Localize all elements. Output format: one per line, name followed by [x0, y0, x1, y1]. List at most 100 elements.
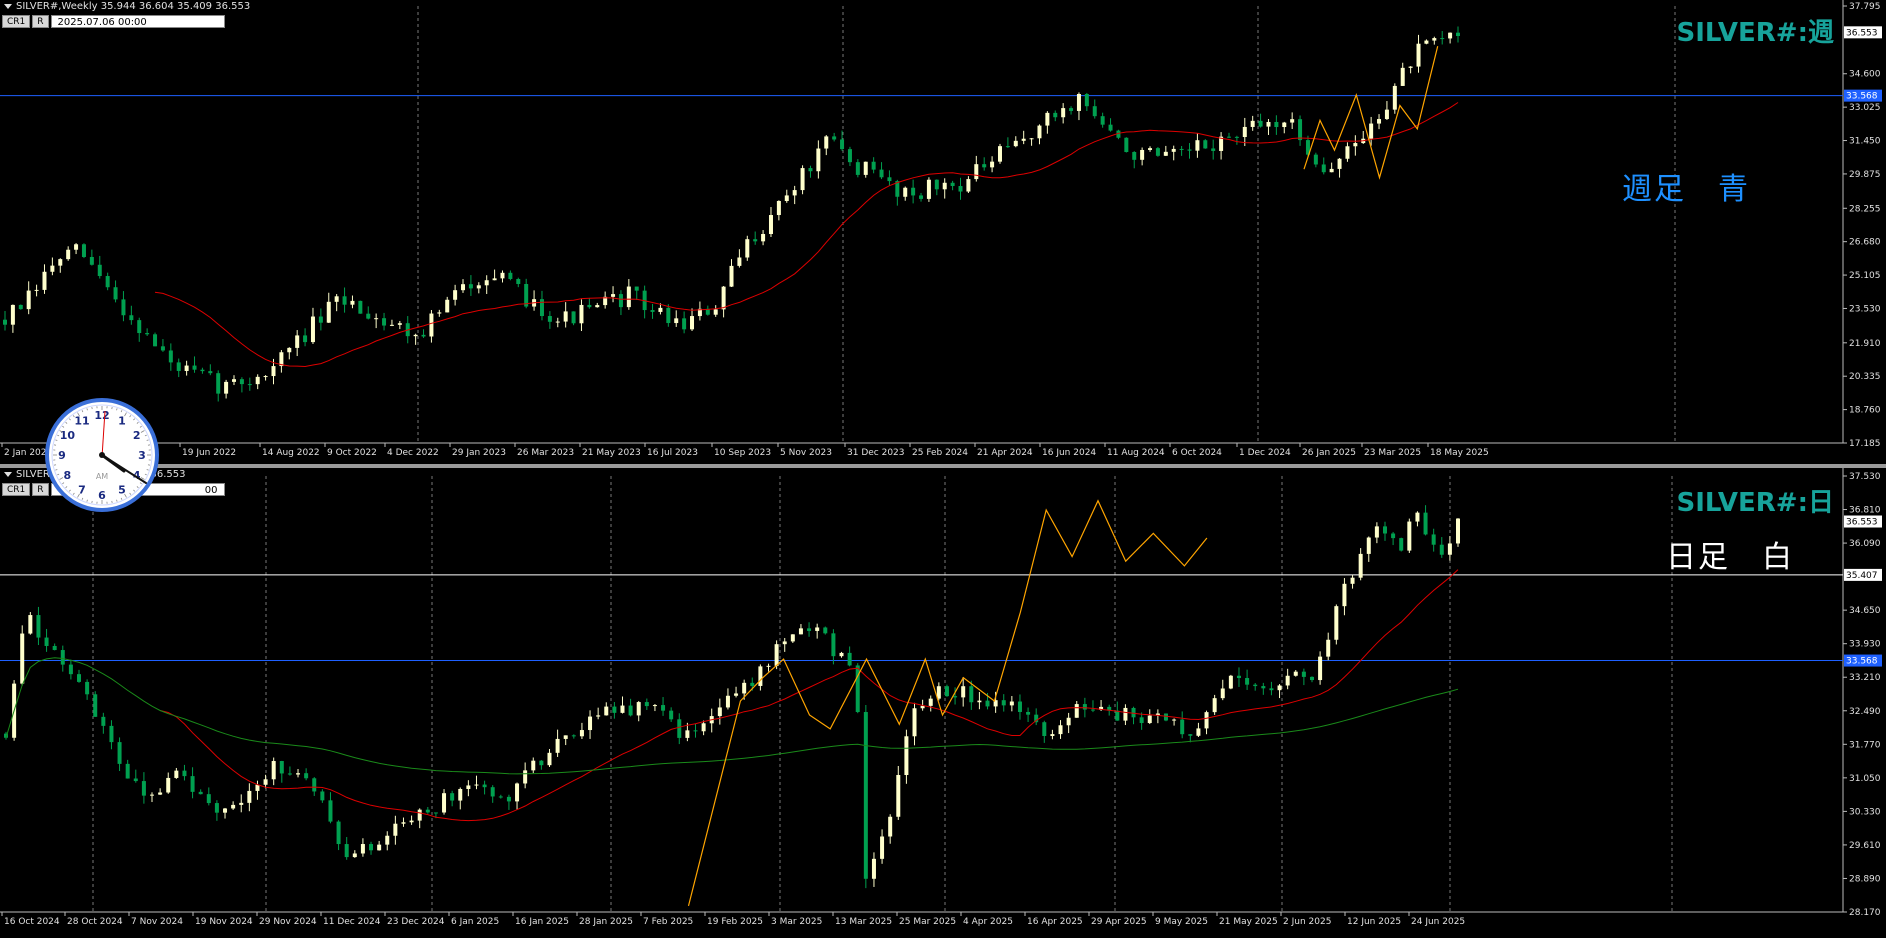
candle-body [927, 180, 931, 199]
weekly-symbol-title: SILVER#:週 [1677, 12, 1834, 49]
candle-body [1030, 138, 1034, 139]
candle-body [1037, 126, 1041, 139]
candle-body [208, 371, 212, 373]
candle-body [516, 279, 520, 284]
candle-body [1274, 122, 1278, 127]
candle-body [1101, 116, 1105, 124]
candle-body [1180, 149, 1184, 150]
r-button[interactable]: R [32, 15, 48, 28]
date-label: 7 Feb 2025 [643, 917, 693, 927]
candle-body [1002, 700, 1006, 705]
candle-body [722, 287, 726, 310]
candle-body [418, 810, 422, 821]
daily-symbol-title: SILVER#:日 [1677, 482, 1834, 519]
candle-body [1075, 704, 1079, 718]
collapse-triangle-icon[interactable] [4, 472, 12, 477]
candle-body [1342, 584, 1346, 606]
candle-body [653, 705, 657, 706]
candle-body [320, 791, 324, 800]
candle-body [426, 810, 430, 813]
candle-body [358, 301, 362, 314]
candle-body [98, 265, 102, 276]
candle-body [1237, 676, 1241, 678]
date-label: 26 Mar 2023 [517, 448, 574, 458]
analog-clock-widget[interactable]: 121234567891011AM [44, 397, 160, 513]
collapse-triangle-icon[interactable] [4, 4, 12, 9]
candle-body [745, 239, 749, 257]
candle-body [556, 322, 560, 323]
price-marker-label: 35.407 [1846, 571, 1878, 581]
weekly-chart-pane[interactable]: 37.79534.60033.02531.45029.87528.25526.6… [0, 0, 1886, 464]
candle-body [182, 771, 186, 776]
price-label: 33.930 [1849, 640, 1881, 650]
candle-body [231, 805, 235, 809]
candle-body [121, 299, 125, 315]
clock-numeral: 3 [138, 449, 146, 462]
candle-body [1377, 119, 1381, 124]
candle-body [685, 730, 689, 738]
date-label: 25 Mar 2025 [899, 917, 956, 927]
candle-body [799, 628, 803, 634]
candle-body [911, 188, 915, 196]
candle-body [1322, 164, 1326, 172]
candle-body [982, 164, 986, 167]
candle-body [750, 683, 754, 686]
candle-body [990, 162, 994, 168]
candle-body [82, 244, 86, 257]
date-label: 24 Jun 2025 [1411, 917, 1465, 927]
candle-body [951, 183, 955, 186]
candle-body [177, 362, 181, 371]
clock-icon: 121234567891011AM [44, 397, 160, 513]
candle-body [445, 300, 449, 313]
candle-body [199, 792, 203, 794]
candle-body [126, 764, 130, 779]
candle-body [264, 779, 268, 784]
candle-body [1440, 38, 1444, 39]
candle-body [1123, 708, 1127, 721]
weekly-date-field[interactable]: 2025.07.06 00:00 [51, 15, 225, 28]
candle-body [791, 634, 795, 641]
candle-body [677, 719, 681, 738]
date-label: 10 Sep 2023 [714, 448, 771, 458]
candle-body [264, 376, 268, 377]
candle-body [304, 773, 308, 778]
candle-body [1409, 67, 1413, 68]
candle-body [493, 278, 497, 280]
price-label: 36.810 [1849, 506, 1881, 516]
candle-body [1417, 44, 1421, 67]
clock-numeral: 1 [118, 414, 126, 427]
candle-body [247, 791, 251, 803]
date-label: 21 May 2023 [582, 448, 641, 458]
candle-body [1124, 138, 1128, 152]
weekly-chart-svg[interactable]: 37.79534.60033.02531.45029.87528.25526.6… [0, 0, 1886, 464]
cr1-button[interactable]: CR1 [2, 483, 30, 496]
candle-body [232, 379, 236, 382]
candle-body [580, 730, 584, 736]
date-label: 3 Mar 2025 [771, 917, 822, 927]
daily-chart-pane[interactable]: 37.53036.81036.09034.65033.93033.21032.4… [0, 468, 1886, 934]
candle-body [864, 162, 868, 175]
candle-body [1091, 710, 1095, 711]
price-label: 29.875 [1849, 170, 1881, 180]
candle-body [401, 822, 405, 823]
candle-body [27, 291, 31, 310]
candle-body [547, 753, 551, 765]
date-label: 9 May 2025 [1155, 917, 1208, 927]
candle-body [1253, 685, 1257, 686]
candle-body [35, 290, 39, 291]
candle-body [548, 316, 552, 322]
moving-average-line [160, 570, 1458, 821]
candle-body [1318, 657, 1322, 680]
price-label: 17.185 [1849, 439, 1881, 449]
candle-body [929, 699, 933, 706]
price-label: 29.610 [1849, 841, 1881, 851]
candle-body [1203, 140, 1207, 148]
candle-body [1156, 148, 1160, 156]
candle-body [134, 779, 138, 782]
candle-body [1164, 714, 1168, 721]
candle-body [1393, 86, 1397, 110]
candle-body [337, 822, 341, 844]
cr1-button[interactable]: CR1 [2, 15, 30, 28]
daily-chart-svg[interactable]: 37.53036.81036.09034.65033.93033.21032.4… [0, 468, 1886, 934]
candle-body [207, 794, 211, 803]
